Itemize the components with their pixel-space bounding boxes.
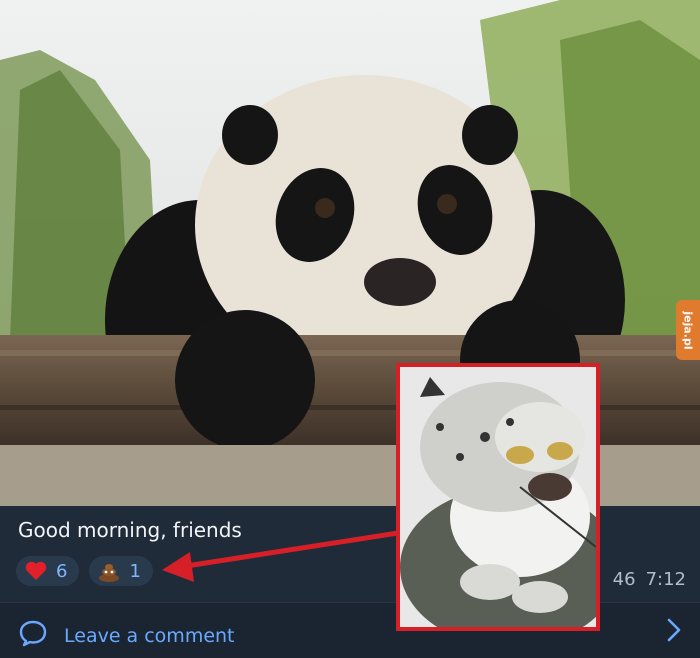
post-caption: Good morning, friends	[18, 518, 242, 542]
reaction-poo-count: 1	[129, 560, 141, 582]
snow-leopard-illustration	[400, 367, 596, 627]
jeja-watermark: jeja.pl	[676, 300, 700, 360]
post-time: 7:12	[645, 569, 686, 590]
leave-comment-label: Leave a comment	[64, 624, 235, 647]
leave-comment-button[interactable]: Leave a comment	[18, 619, 235, 652]
comment-bubble-icon	[18, 619, 48, 652]
heart-icon	[24, 559, 48, 583]
snow-leopard-callout-image	[396, 363, 600, 631]
post-meta: 46 7:12	[613, 569, 686, 590]
reaction-heart-count: 6	[56, 560, 68, 582]
reaction-heart[interactable]: 6	[16, 556, 80, 586]
view-count: 46	[612, 569, 636, 590]
reactions-row: 6 1	[16, 556, 153, 586]
chevron-right-icon[interactable]	[666, 617, 682, 647]
watermark-text: jeja.pl	[681, 310, 695, 350]
reaction-poo[interactable]: 1	[89, 556, 153, 586]
pile-of-poo-icon	[97, 559, 121, 583]
